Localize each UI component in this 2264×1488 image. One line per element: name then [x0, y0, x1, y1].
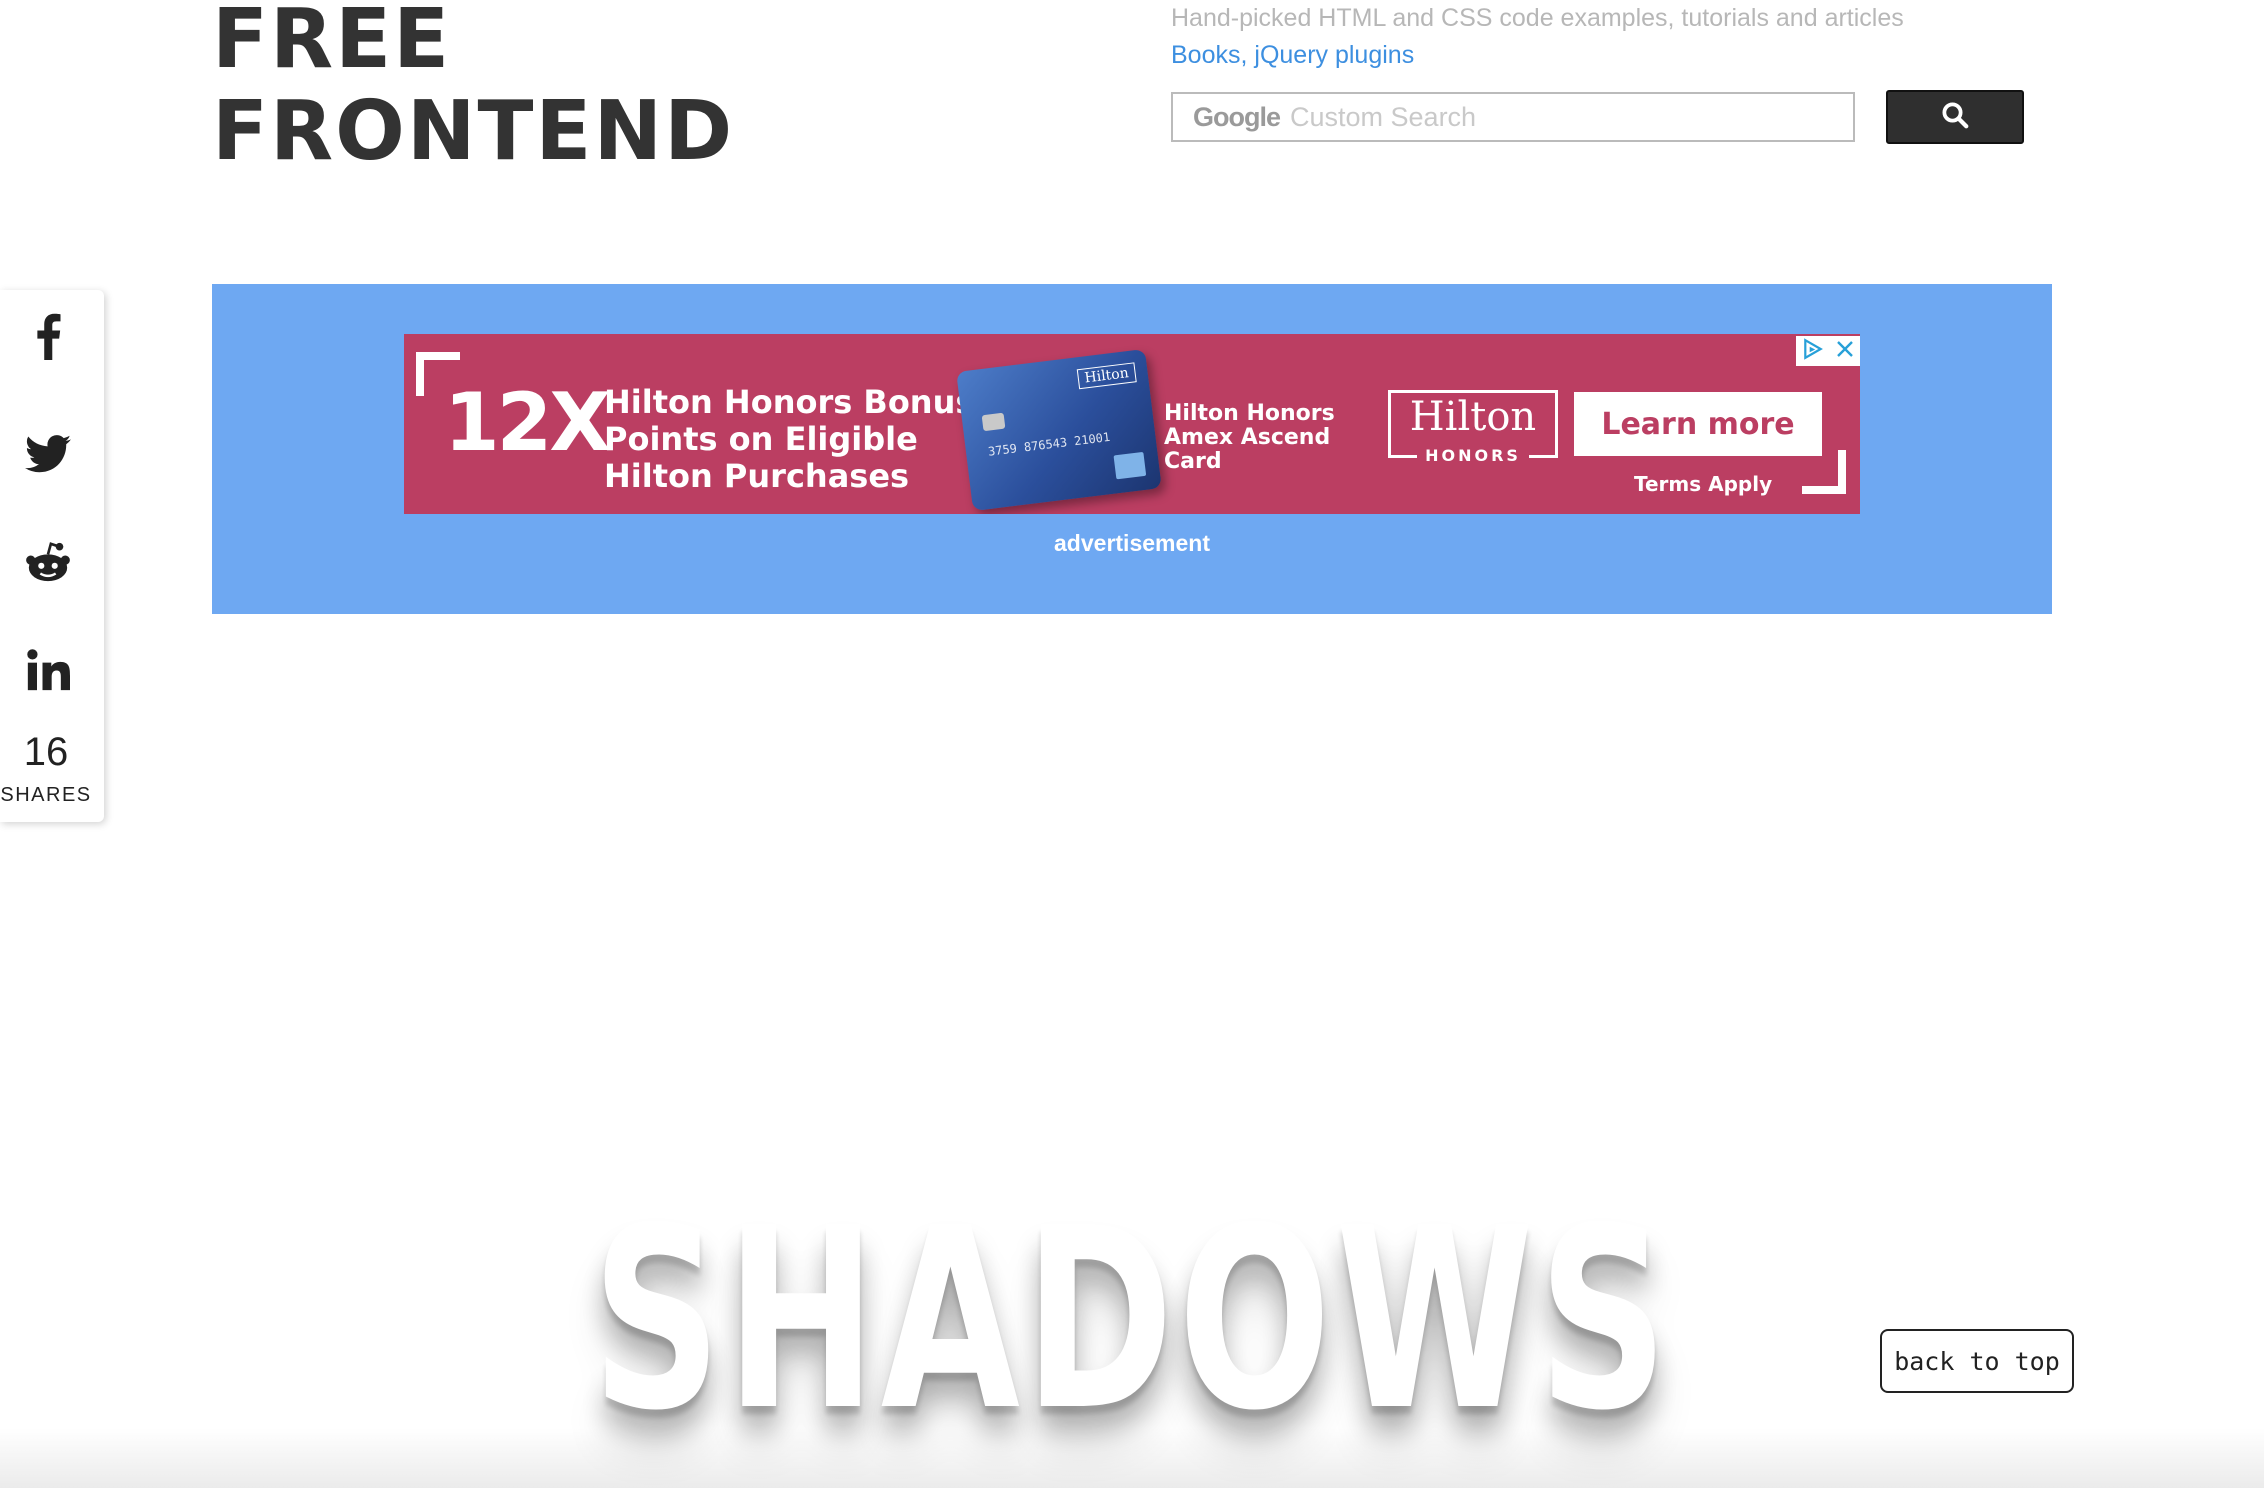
bracket-decoration: [1802, 450, 1846, 494]
twitter-share-button[interactable]: [22, 430, 74, 482]
share-count-label: SHARES: [0, 784, 92, 806]
site-tagline: Hand-picked HTML and CSS code examples, …: [1171, 4, 1904, 32]
card-brand: Hilton: [1076, 362, 1137, 390]
search-input[interactable]: [1288, 100, 1852, 134]
hilton-logo-sub: HONORS: [1417, 446, 1529, 465]
reddit-share-button[interactable]: [22, 538, 74, 590]
hilton-logo-text: Hilton: [1409, 394, 1537, 440]
share-count: 16: [23, 730, 69, 774]
google-brand-label: Google: [1193, 101, 1281, 132]
ad-headline-line: Hilton Purchases: [604, 457, 910, 495]
terms-apply-text: Terms Apply: [1634, 472, 1773, 496]
ad-banner[interactable]: 12X Hilton Honors Bonus Points on Eligib…: [404, 334, 1860, 514]
reddit-icon: [25, 540, 71, 589]
hilton-logo: Hilton HONORS: [1388, 390, 1558, 465]
ad-product-name: Hilton Honors Amex Ascend Card: [1164, 402, 1335, 474]
hero-title: SHADOWS: [591, 1174, 1673, 1465]
facebook-icon: [33, 312, 63, 365]
jquery-plugins-link[interactable]: jQuery plugins: [1254, 41, 1414, 69]
logo-line-2: FRONTEND: [212, 84, 735, 179]
twitter-icon: [25, 434, 71, 479]
ad-multiplier: 12X: [444, 376, 611, 469]
logo-line-1: FREE: [212, 0, 452, 87]
ad-product-line: Hilton Honors: [1164, 401, 1335, 426]
share-sidebar: 16 SHARES: [0, 290, 104, 822]
ad-choices-controls[interactable]: [1796, 336, 1860, 366]
header-links: Books, jQuery plugins: [1171, 41, 1414, 70]
card-chip: [981, 412, 1006, 432]
search-button[interactable]: [1886, 90, 2024, 144]
ad-headline: Hilton Honors Bonus Points on Eligible H…: [604, 384, 974, 495]
adchoices-icon[interactable]: [1802, 338, 1824, 364]
ad-product-line: Amex Ascend: [1164, 425, 1331, 450]
ad-headline-line: Hilton Honors Bonus: [604, 383, 975, 421]
ad-product-line: Card: [1164, 449, 1222, 474]
ad-headline-line: Points on Eligible: [604, 420, 918, 458]
books-link[interactable]: Books,: [1171, 41, 1247, 69]
close-ad-icon[interactable]: [1835, 339, 1855, 363]
facebook-share-button[interactable]: [22, 312, 74, 364]
linkedin-icon: [26, 648, 70, 697]
amex-logo-icon: [1113, 451, 1147, 480]
card-number: 3759 876543 21001: [987, 429, 1111, 459]
ad-container: 12X Hilton Honors Bonus Points on Eligib…: [212, 284, 2052, 614]
search-icon: [1940, 100, 1970, 135]
advertisement-label: advertisement: [1054, 530, 1210, 556]
back-to-top-button[interactable]: back to top: [1880, 1329, 2074, 1393]
search-box[interactable]: Google: [1171, 92, 1855, 142]
credit-card-image: Hilton 3759 876543 21001: [956, 348, 1162, 512]
site-logo[interactable]: FREE FRONTEND: [212, 0, 734, 178]
linkedin-share-button[interactable]: [22, 646, 74, 698]
learn-more-button[interactable]: Learn more: [1574, 392, 1822, 456]
